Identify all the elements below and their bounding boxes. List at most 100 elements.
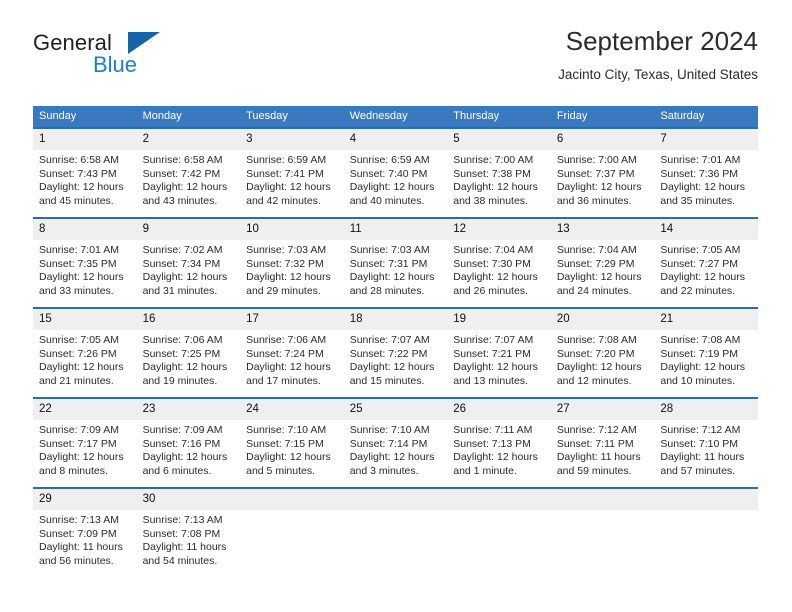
day-number: 6 (550, 129, 655, 150)
day-cell[interactable]: 15 Sunrise: 7:05 AM Sunset: 7:26 PM Dayl… (33, 307, 137, 398)
day-cell[interactable]: 19 Sunrise: 7:07 AM Sunset: 7:21 PM Dayl… (447, 307, 551, 398)
sunrise-sunset-calendar: Sunday Monday Tuesday Wednesday Thursday… (33, 106, 758, 577)
day-cell[interactable]: 8 Sunrise: 7:01 AM Sunset: 7:35 PM Dayli… (33, 217, 137, 308)
day-details: Sunrise: 7:01 AM Sunset: 7:35 PM Dayligh… (33, 240, 137, 298)
sunset-text: Sunset: 7:38 PM (453, 167, 531, 180)
day-cell[interactable]: 9 Sunrise: 7:02 AM Sunset: 7:34 PM Dayli… (136, 217, 241, 308)
weekday-header-monday: Monday (136, 106, 241, 128)
day-details (344, 510, 448, 514)
day-number: 15 (33, 309, 137, 330)
day-cell[interactable]: 17 Sunrise: 7:06 AM Sunset: 7:24 PM Dayl… (240, 307, 344, 398)
calendar-week-row: 29 Sunrise: 7:13 AM Sunset: 7:09 PM Dayl… (33, 487, 758, 577)
sunset-text: Sunset: 7:27 PM (660, 257, 739, 270)
daylight-text-line2: and 15 minutes. (349, 374, 425, 387)
daylight-text-line1: Daylight: 12 hours (556, 361, 642, 374)
daylight-text-line2: and 24 minutes. (556, 284, 632, 297)
daylight-text-line1: Daylight: 12 hours (349, 451, 435, 464)
day-cell[interactable]: 27 Sunrise: 7:12 AM Sunset: 7:11 PM Dayl… (550, 397, 655, 488)
daylight-text-line2: and 42 minutes. (246, 194, 321, 207)
sunset-text: Sunset: 7:13 PM (453, 437, 531, 450)
day-details: Sunrise: 7:05 AM Sunset: 7:27 PM Dayligh… (654, 240, 758, 298)
daylight-text-line1: Daylight: 12 hours (39, 271, 124, 284)
sunrise-text: Sunrise: 7:12 AM (660, 424, 741, 436)
day-cell[interactable]: 2 Sunrise: 6:58 AM Sunset: 7:42 PM Dayli… (136, 127, 241, 218)
day-number: 16 (136, 309, 241, 330)
daylight-text-line2: and 59 minutes. (556, 464, 632, 477)
day-cell[interactable]: 7 Sunrise: 7:01 AM Sunset: 7:36 PM Dayli… (654, 127, 758, 218)
daylight-text-line2: and 28 minutes. (349, 284, 425, 297)
daylight-text-line2: and 33 minutes. (39, 284, 114, 297)
daylight-text-line2: and 38 minutes. (453, 194, 528, 207)
day-cell[interactable]: 23 Sunrise: 7:09 AM Sunset: 7:16 PM Dayl… (136, 397, 241, 488)
day-number: 12 (447, 219, 551, 240)
sunrise-text: Sunrise: 7:02 AM (142, 244, 223, 256)
day-cell[interactable]: 30 Sunrise: 7:13 AM Sunset: 7:08 PM Dayl… (136, 487, 241, 577)
day-details: Sunrise: 7:12 AM Sunset: 7:10 PM Dayligh… (654, 420, 758, 478)
day-cell[interactable]: 4 Sunrise: 6:59 AM Sunset: 7:40 PM Dayli… (343, 127, 448, 218)
day-cell[interactable]: 24 Sunrise: 7:10 AM Sunset: 7:15 PM Dayl… (240, 397, 344, 488)
day-cell[interactable]: 16 Sunrise: 7:06 AM Sunset: 7:25 PM Dayl… (136, 307, 241, 398)
day-cell[interactable]: 11 Sunrise: 7:03 AM Sunset: 7:31 PM Dayl… (343, 217, 448, 308)
day-details: Sunrise: 7:12 AM Sunset: 7:11 PM Dayligh… (551, 420, 655, 478)
daylight-text-line2: and 31 minutes. (142, 284, 218, 297)
day-cell[interactable]: 26 Sunrise: 7:11 AM Sunset: 7:13 PM Dayl… (447, 397, 551, 488)
logo-text-blue: Blue (93, 52, 138, 77)
title-block: September 2024 Jacinto City, Texas, Unit… (558, 24, 758, 86)
day-number: 10 (240, 219, 344, 240)
day-cell[interactable]: 18 Sunrise: 7:07 AM Sunset: 7:22 PM Dayl… (343, 307, 448, 398)
sunrise-text: Sunrise: 6:58 AM (39, 154, 119, 166)
sunset-text: Sunset: 7:24 PM (246, 347, 324, 360)
weekday-header-saturday: Saturday (654, 106, 758, 128)
weekday-header-wednesday: Wednesday (343, 106, 448, 128)
daylight-text-line1: Daylight: 12 hours (660, 361, 746, 374)
day-cell-empty (343, 487, 448, 577)
day-number: 23 (136, 399, 241, 420)
daylight-text-line2: and 12 minutes. (556, 374, 632, 387)
day-number (447, 489, 551, 510)
page-header: General Blue September 2024 Jacinto City… (33, 24, 758, 96)
sunrise-text: Sunrise: 7:06 AM (246, 334, 327, 346)
general-blue-logo[interactable]: General Blue (33, 30, 263, 86)
sunset-text: Sunset: 7:37 PM (556, 167, 635, 180)
day-number: 14 (654, 219, 758, 240)
calendar-week-row: 15 Sunrise: 7:05 AM Sunset: 7:26 PM Dayl… (33, 307, 758, 398)
day-details: Sunrise: 7:13 AM Sunset: 7:09 PM Dayligh… (33, 510, 137, 568)
day-cell[interactable]: 13 Sunrise: 7:04 AM Sunset: 7:29 PM Dayl… (550, 217, 655, 308)
sunset-text: Sunset: 7:34 PM (142, 257, 221, 270)
day-cell[interactable]: 28 Sunrise: 7:12 AM Sunset: 7:10 PM Dayl… (654, 397, 758, 488)
day-number: 21 (654, 309, 758, 330)
day-number: 25 (343, 399, 448, 420)
day-cell[interactable]: 10 Sunrise: 7:03 AM Sunset: 7:32 PM Dayl… (240, 217, 344, 308)
sunrise-text: Sunrise: 6:58 AM (142, 154, 223, 166)
sunset-text: Sunset: 7:08 PM (142, 527, 221, 540)
daylight-text-line2: and 5 minutes. (246, 464, 316, 477)
day-cell[interactable]: 21 Sunrise: 7:08 AM Sunset: 7:19 PM Dayl… (654, 307, 758, 398)
day-cell[interactable]: 1 Sunrise: 6:58 AM Sunset: 7:43 PM Dayli… (33, 127, 137, 218)
sunrise-text: Sunrise: 7:00 AM (556, 154, 637, 166)
day-cell[interactable]: 6 Sunrise: 7:00 AM Sunset: 7:37 PM Dayli… (550, 127, 655, 218)
day-details: Sunrise: 7:06 AM Sunset: 7:25 PM Dayligh… (137, 330, 241, 388)
sunset-text: Sunset: 7:11 PM (556, 437, 634, 450)
day-number: 26 (447, 399, 551, 420)
day-cell[interactable]: 12 Sunrise: 7:04 AM Sunset: 7:30 PM Dayl… (447, 217, 551, 308)
weekday-header-sunday: Sunday (33, 106, 137, 128)
day-details: Sunrise: 7:02 AM Sunset: 7:34 PM Dayligh… (137, 240, 241, 298)
day-cell[interactable]: 22 Sunrise: 7:09 AM Sunset: 7:17 PM Dayl… (33, 397, 137, 488)
day-details: Sunrise: 6:59 AM Sunset: 7:41 PM Dayligh… (240, 150, 344, 208)
day-number (240, 489, 344, 510)
sunset-text: Sunset: 7:40 PM (349, 167, 428, 180)
day-cell[interactable]: 14 Sunrise: 7:05 AM Sunset: 7:27 PM Dayl… (654, 217, 758, 308)
calendar-week-row: 8 Sunrise: 7:01 AM Sunset: 7:35 PM Dayli… (33, 217, 758, 308)
daylight-text-line2: and 36 minutes. (556, 194, 632, 207)
daylight-text-line1: Daylight: 12 hours (39, 181, 124, 194)
day-cell[interactable]: 20 Sunrise: 7:08 AM Sunset: 7:20 PM Dayl… (550, 307, 655, 398)
day-cell[interactable]: 25 Sunrise: 7:10 AM Sunset: 7:14 PM Dayl… (343, 397, 448, 488)
sunrise-text: Sunrise: 7:06 AM (142, 334, 223, 346)
day-cell[interactable]: 3 Sunrise: 6:59 AM Sunset: 7:41 PM Dayli… (240, 127, 344, 218)
day-cell[interactable]: 29 Sunrise: 7:13 AM Sunset: 7:09 PM Dayl… (33, 487, 137, 577)
day-details: Sunrise: 7:05 AM Sunset: 7:26 PM Dayligh… (33, 330, 137, 388)
daylight-text-line1: Daylight: 12 hours (660, 271, 746, 284)
daylight-text-line2: and 6 minutes. (142, 464, 212, 477)
daylight-text-line1: Daylight: 12 hours (246, 361, 331, 374)
day-cell[interactable]: 5 Sunrise: 7:00 AM Sunset: 7:38 PM Dayli… (447, 127, 551, 218)
